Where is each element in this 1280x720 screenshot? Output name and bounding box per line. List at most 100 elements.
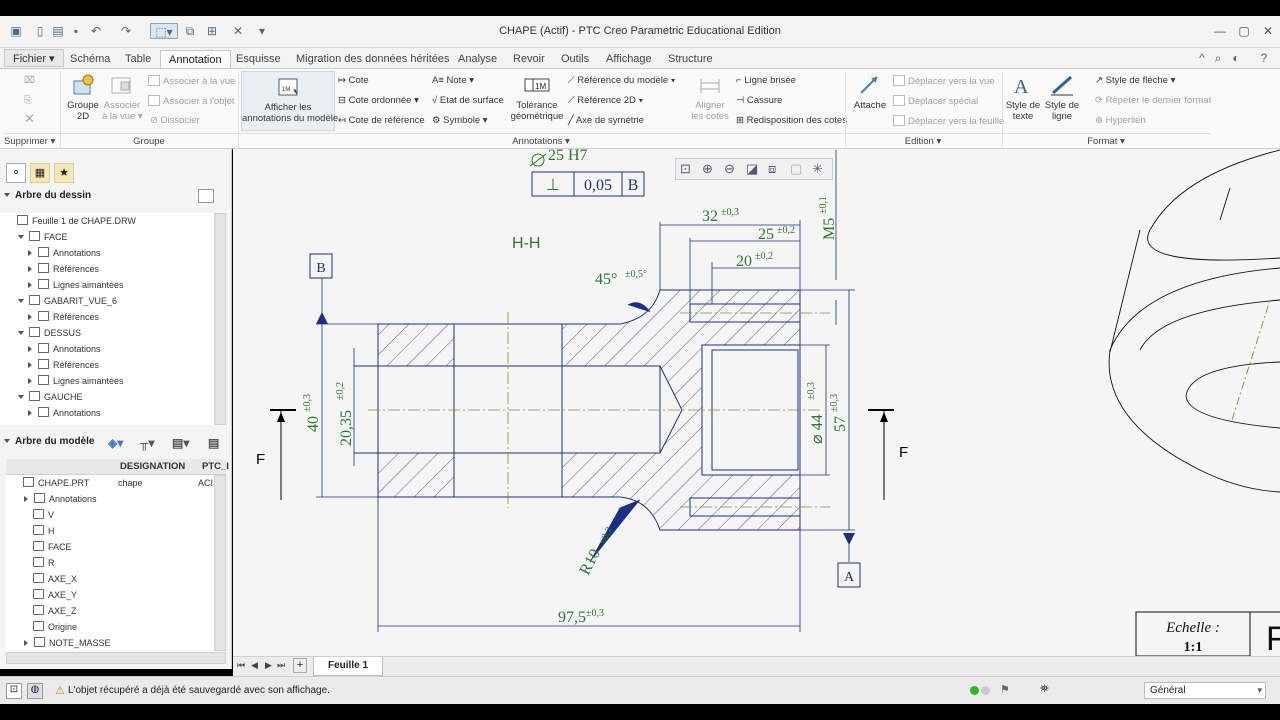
expand-toggle-icon[interactable] [18, 331, 24, 335]
fit-tolerance-label[interactable]: 25 H7 [548, 149, 588, 164]
expand-toggle-icon[interactable] [28, 378, 32, 384]
add-sheet-button[interactable]: + [293, 658, 307, 673]
column-designation[interactable]: DESIGNATION [120, 461, 185, 472]
cote-button[interactable]: ↦ Cote [338, 75, 369, 87]
dim-32[interactable]: 32 [702, 208, 718, 225]
dissocier[interactable]: ⊘ Dissocier [150, 115, 200, 127]
tree-columns-icon[interactable]: ▤▾ [172, 434, 189, 452]
tree-item[interactable]: H [24, 523, 55, 539]
tab-table[interactable]: Table [117, 50, 159, 68]
model-tree-scrollbar[interactable] [214, 475, 226, 651]
layers-tab-icon[interactable]: ▦ [30, 163, 50, 183]
expand-toggle-icon[interactable] [28, 346, 32, 352]
deplacer-special-button[interactable]: Déplacer spécial [893, 95, 978, 108]
tree-item[interactable]: Annotations [28, 405, 101, 421]
tree-item[interactable]: V [24, 507, 54, 523]
symbole-button[interactable]: ⚙ Symbole ▾ [432, 115, 488, 127]
repaint-icon[interactable]: ◪ [746, 161, 758, 177]
tree-item[interactable]: NOTE_MASSE [24, 635, 111, 651]
dim-25[interactable]: 25 [758, 226, 774, 243]
cote-reference-button[interactable]: ↤ Cote de référence [338, 115, 425, 127]
expand-toggle-icon[interactable] [24, 496, 28, 502]
tree-item[interactable]: Lignes aimantées [28, 373, 124, 389]
navigator-toggle-icon[interactable]: ⊡ [6, 683, 22, 699]
attache-button[interactable]: Attache [850, 73, 890, 111]
dim-45deg[interactable]: 45° [595, 271, 617, 288]
style-texte-button[interactable]: A Style de texte [1004, 73, 1042, 122]
format-group-label[interactable]: Format ▾ [1002, 133, 1210, 149]
next-sheet-icon[interactable]: ▶ [265, 660, 272, 671]
axe-symetrie-button[interactable]: ╱ Axe de symétrie [568, 115, 644, 127]
close-button[interactable]: ✕ [1258, 22, 1278, 40]
tree-more-icon[interactable]: ▤ [208, 434, 219, 452]
tree-item[interactable]: Annotations [28, 245, 101, 261]
tree-item[interactable]: GAUCHE [18, 389, 83, 405]
tree-item[interactable]: Références [28, 357, 99, 373]
expand-toggle-icon[interactable] [18, 299, 24, 303]
expand-toggle-icon[interactable] [28, 266, 32, 272]
last-sheet-icon[interactable]: ⏭ [277, 660, 285, 671]
tree-item[interactable]: FACE [24, 539, 72, 555]
hyperlien-button[interactable]: ⊕ Hyperlien [1095, 115, 1146, 127]
drawing-svg[interactable]: B A ⊥ 0,05 B 25 H7 H-H 32 ±0,3 25 ±0,2 2… [233, 149, 1280, 656]
etat-surface-button[interactable]: √ Etat de surface [432, 95, 504, 107]
minimize-button[interactable]: — [1210, 22, 1230, 40]
edition-group-label[interactable]: Edition ▾ [845, 133, 1001, 149]
paste-icon[interactable]: ⎘ [24, 95, 32, 107]
deplacer-vue-button[interactable]: Déplacer vers la vue [893, 75, 995, 88]
tree-item[interactable]: R [24, 555, 55, 571]
dim-40[interactable]: 40 [305, 416, 322, 432]
repeter-format-button[interactable]: ⟳ Répéter le dernier format [1095, 95, 1211, 107]
tree-item[interactable]: AXE_Y [24, 587, 77, 603]
tree-item[interactable]: FACE [18, 229, 68, 245]
associer-vue-button[interactable]: Associer à la vue ▾ [102, 73, 143, 122]
browser-toggle-icon[interactable]: ◍ [27, 683, 43, 699]
associer-a-la-vue[interactable]: Associer à la vue [148, 75, 235, 88]
expand-toggle-icon[interactable] [28, 250, 32, 256]
style-fleche-button[interactable]: ↗ Style de flèche ▾ [1095, 75, 1175, 87]
style-ligne-button[interactable]: Style de ligne [1042, 73, 1082, 122]
tab-fichier[interactable]: Fichier ▾ [4, 49, 64, 67]
tab-revoir[interactable]: Revoir [505, 50, 553, 68]
tab-affichage[interactable]: Affichage [598, 50, 660, 68]
expand-toggle-icon[interactable] [28, 410, 32, 416]
expand-toggle-icon[interactable] [18, 395, 24, 399]
tree-item[interactable]: Feuille 1 de CHAPE.DRW [8, 213, 136, 229]
dim-r10[interactable]: R10 [577, 546, 605, 578]
tree-item[interactable]: Références [28, 309, 99, 325]
tree-item[interactable]: AXE_Z [24, 603, 77, 619]
tab-schema[interactable]: Schéma [62, 50, 118, 68]
ref-modele-button[interactable]: ⟋ Référence du modèle ▾ [568, 75, 675, 87]
help-icon[interactable]: ◐ [1228, 50, 1244, 66]
refit-icon[interactable]: ⊡ [680, 161, 691, 177]
supprimer-group-label[interactable]: Supprimer ▾ [4, 133, 60, 149]
ligne-brisee-button[interactable]: ⌐ Ligne brisée [736, 75, 796, 87]
collapse-ribbon-icon[interactable]: ^ [1194, 50, 1210, 66]
arbre-modele-header[interactable]: Arbre du modèle ◈▾ ╥▾ ▤▾ ▤ [4, 433, 226, 451]
drawing-tree-scrollbar[interactable] [214, 213, 226, 425]
expand-toggle-icon[interactable] [18, 235, 24, 239]
model-tree-hscrollbar[interactable] [6, 652, 226, 664]
tab-migration[interactable]: Migration des données héritées [288, 50, 457, 68]
display-style-icon[interactable]: ⧈ [768, 161, 776, 177]
zoom-in-icon[interactable]: ⊕ [702, 161, 713, 177]
tree-item[interactable]: Références [28, 261, 99, 277]
dim-20[interactable]: 20 [736, 253, 752, 270]
sheet-tab-1[interactable]: Feuille 1 [313, 657, 384, 676]
dim-57[interactable]: 57 [832, 416, 849, 432]
associer-a-lobjet[interactable]: Associer à l'objet [148, 95, 235, 108]
redisposition-button[interactable]: ⊞ Redisposition des cotes [736, 115, 847, 127]
cut-icon[interactable]: ⌧ [24, 75, 35, 87]
search-icon[interactable]: ⌕ [1210, 50, 1226, 66]
tab-analyse[interactable]: Analyse [450, 50, 505, 68]
tree-item[interactable]: Annotations [24, 491, 97, 507]
deplacer-feuille-button[interactable]: Déplacer vers la feuille [893, 115, 1004, 128]
datum-display-icon[interactable]: ✳ [812, 161, 823, 177]
prev-sheet-icon[interactable]: ◀ [251, 660, 258, 671]
tree-settings-icon[interactable] [198, 189, 214, 203]
expand-toggle-icon[interactable] [28, 314, 32, 320]
favorites-tab-icon[interactable]: ★ [54, 163, 74, 183]
tree-tab-icon[interactable]: ⚬ [6, 163, 26, 183]
tab-annotation[interactable]: Annotation [160, 50, 231, 68]
geometric-tolerance-frame[interactable]: ⊥ 0,05 B [531, 171, 645, 197]
